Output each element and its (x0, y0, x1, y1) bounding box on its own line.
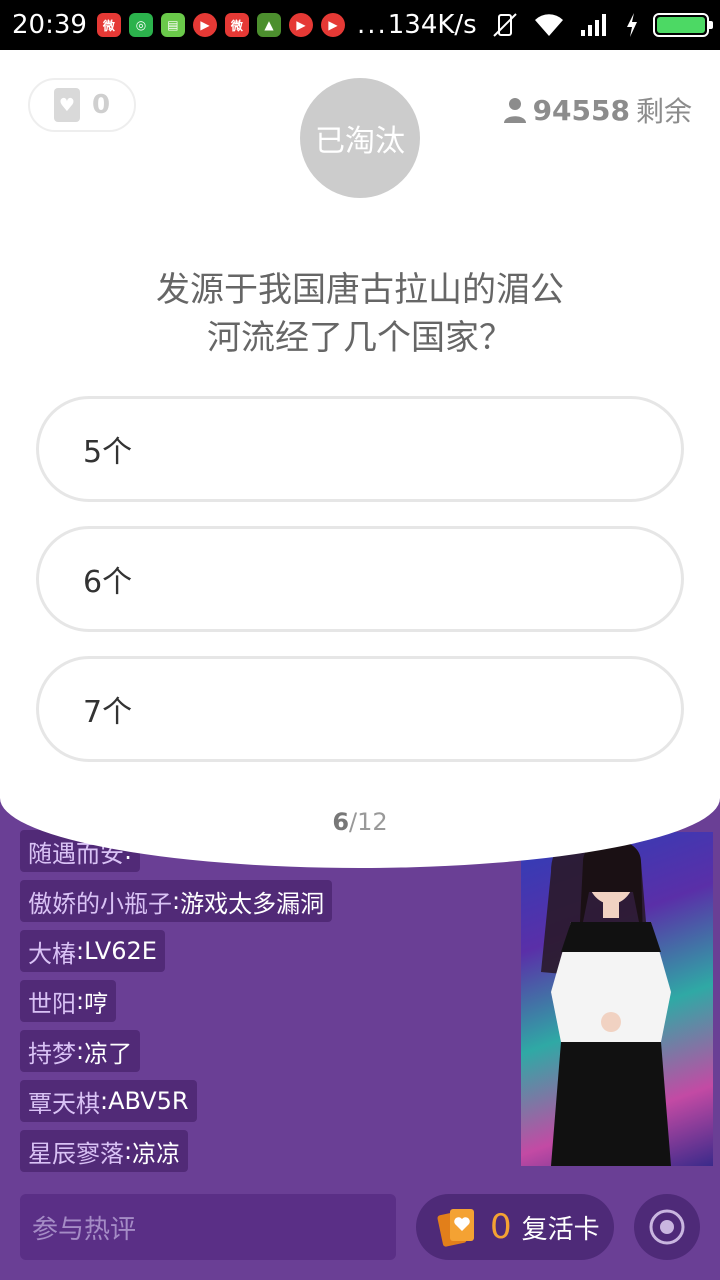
chat-username: 星辰寥落 (28, 1139, 124, 1168)
record-button[interactable] (634, 1194, 700, 1260)
battery-fill (656, 17, 705, 33)
chat-message: 傲娇的小瓶子: 游戏太多漏洞 (20, 880, 333, 922)
video-app-icon: ▶ (192, 13, 217, 37)
network-speed: 134K/s (387, 10, 477, 40)
host-figure (541, 833, 671, 1166)
android-icon: ▲ (256, 13, 281, 37)
video-app-icon: ▶ (288, 13, 313, 37)
battery-icon (652, 13, 713, 37)
eliminated-label: 已淘汰 (315, 124, 405, 159)
chat-separator: : (76, 937, 85, 965)
chat-message: 覃天棋: ABV5R (20, 1080, 197, 1122)
wechat-icon: ◎ (128, 13, 153, 37)
chat-separator: : (100, 1087, 109, 1115)
revive-card-button[interactable]: 0 复活卡 (416, 1194, 614, 1260)
revive-count: 0 (490, 1207, 512, 1247)
chat-text: 凉了 (84, 1039, 133, 1068)
person-icon (503, 98, 526, 123)
chat-username: 世阳 (28, 989, 76, 1018)
remaining-players: 94558 剩余 (503, 90, 692, 130)
status-bar: 20:39 微 ◎ ▤ ▶ 微 ▲ ▶ ▶ ... 134K/s (0, 0, 720, 50)
weibo-icon: 微 (96, 13, 121, 37)
signal-icon (580, 14, 606, 36)
progress-current: 6 (332, 808, 350, 836)
chat-message: 星辰寥落: 凉凉 (20, 1130, 189, 1172)
question-progress: 6/12 (0, 808, 720, 836)
progress-total: /12 (349, 808, 388, 836)
video-app-icon: ▶ (320, 13, 345, 37)
lives-counter[interactable]: ♥ 0 (28, 78, 136, 132)
chat-separator: : (124, 1137, 133, 1165)
chat-text: 游戏太多漏洞 (180, 889, 325, 918)
comment-placeholder: 参与热评 (32, 1214, 137, 1245)
lives-count: 0 (91, 90, 111, 120)
chat-separator: : (76, 1037, 85, 1065)
chat-separator: : (76, 987, 85, 1015)
revive-label: 复活卡 (521, 1214, 600, 1245)
chat-message: 持梦: 凉了 (20, 1030, 141, 1072)
comment-input[interactable]: 参与热评 (20, 1194, 396, 1260)
notification-icons: 微 ◎ ▤ ▶ 微 ▲ ▶ ▶ ... (96, 10, 388, 40)
chat-username: 覃天棋 (28, 1089, 100, 1118)
answer-option-3[interactable]: 7个 (36, 656, 684, 762)
host-video[interactable] (521, 832, 713, 1166)
vibrate-off-icon (493, 13, 517, 37)
remaining-count: 94558 (532, 93, 630, 127)
chat-message: 大椿: LV62E (20, 930, 165, 972)
notes-icon: ▤ (160, 13, 185, 37)
weibo-icon: 微 (224, 13, 249, 37)
answer-option-2[interactable]: 6个 (36, 526, 684, 632)
clock: 20:39 (12, 10, 87, 40)
chat-username: 大椿 (28, 939, 76, 968)
chat-text: 哼 (84, 989, 109, 1018)
more-notifications: ... (356, 10, 388, 40)
chat-text: 凉凉 (132, 1139, 181, 1168)
remaining-label: 剩余 (635, 95, 692, 128)
answer-option-label: 7个 (83, 695, 133, 730)
chat-text: ABV5R (108, 1087, 189, 1115)
chat-separator: : (172, 887, 181, 915)
chat-username: 傲娇的小瓶子 (28, 889, 172, 918)
charging-icon (626, 13, 637, 37)
eliminated-badge: 已淘汰 (300, 78, 420, 198)
question-line-1: 发源于我国唐古拉山的湄公 (156, 270, 564, 310)
revive-card-icon (437, 1209, 474, 1247)
chat-text: LV62E (84, 937, 157, 965)
chat-username: 持梦 (28, 1039, 76, 1068)
answer-option-1[interactable]: 5个 (36, 396, 684, 502)
heart-card-icon: ♥ (53, 88, 80, 122)
answer-option-label: 6个 (83, 565, 133, 600)
wifi-icon (534, 14, 563, 36)
question-line-2: 河流经了几个国家？ (207, 318, 513, 358)
record-icon (649, 1209, 685, 1245)
answer-option-label: 5个 (83, 435, 133, 470)
quiz-card: ♥ 0 已淘汰 94558 剩余 发源于我国唐古拉山的湄公 河流经了几个国家？ … (0, 50, 720, 868)
chat-message: 世阳: 哼 (20, 980, 117, 1022)
question-text: 发源于我国唐古拉山的湄公 河流经了几个国家？ (90, 266, 630, 362)
